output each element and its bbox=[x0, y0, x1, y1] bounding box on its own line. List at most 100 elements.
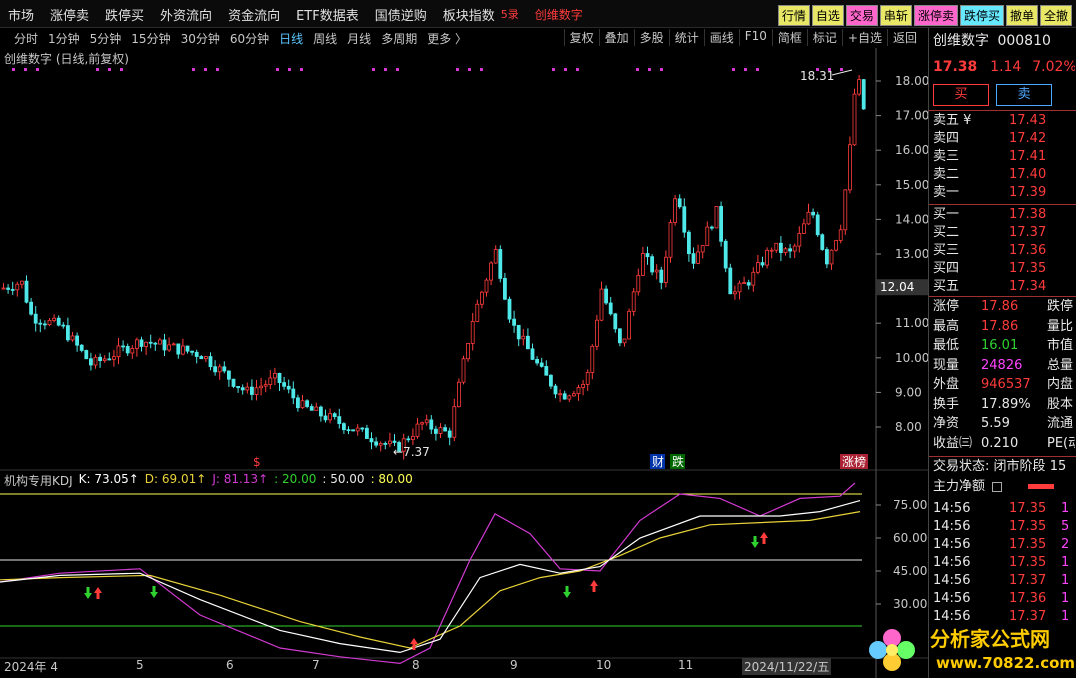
signal-dot bbox=[744, 68, 747, 71]
tab-5min[interactable]: 5分钟 bbox=[90, 30, 122, 47]
candle-body bbox=[447, 430, 452, 438]
level-price: 17.34 bbox=[1009, 279, 1047, 294]
tool-overlay[interactable]: 叠加 bbox=[598, 29, 634, 46]
tool-multi-stock[interactable]: 多股 bbox=[633, 29, 669, 46]
tab-60min[interactable]: 60分钟 bbox=[230, 30, 269, 47]
btn-limit-down-buy[interactable]: 跌停买 bbox=[959, 5, 1004, 26]
tab-monthly[interactable]: 月线 bbox=[347, 30, 371, 47]
btn-cancel-all[interactable]: 全撤 bbox=[1039, 5, 1072, 26]
buy-level[interactable]: 买四 17.35 bbox=[933, 260, 1075, 278]
tick-row[interactable]: 14:56 17.36 1 bbox=[933, 590, 1075, 608]
tool-simple[interactable]: 简框 bbox=[771, 29, 807, 46]
buy-level[interactable]: 买二 17.37 bbox=[933, 224, 1075, 242]
sell-level[interactable]: 卖三 17.41 bbox=[933, 148, 1075, 166]
stat-value: 16.01 bbox=[981, 338, 1019, 353]
menu-market[interactable]: 市场 bbox=[8, 5, 34, 24]
btn-limit-up-sell[interactable]: 涨停卖 bbox=[913, 5, 958, 26]
trade-status: 闭市阶段 bbox=[993, 459, 1046, 474]
tick-row[interactable]: 14:56 17.35 2 bbox=[933, 536, 1075, 554]
candle-body bbox=[774, 242, 779, 251]
btn-watchlist[interactable]: 自选 bbox=[811, 5, 844, 26]
stat-label-2: PE(动) bbox=[1047, 435, 1075, 451]
candle-body bbox=[157, 339, 162, 345]
menu-etf-table[interactable]: ETF数据表 bbox=[296, 5, 359, 24]
menu-sector-index[interactable]: 板块指数 bbox=[443, 5, 495, 24]
candle-body bbox=[595, 319, 599, 347]
candle-body bbox=[751, 271, 756, 286]
menu-extra[interactable]: 5录 bbox=[501, 6, 519, 22]
menu-fund-flow[interactable]: 资金流向 bbox=[228, 5, 280, 24]
sell-button[interactable]: 卖 bbox=[996, 84, 1053, 106]
stat-value: 24826 bbox=[981, 357, 1023, 373]
candle-body bbox=[861, 79, 866, 110]
candle-body bbox=[323, 415, 328, 421]
stat-row[interactable]: 收益㈢ 0.210 PE(动) bbox=[933, 435, 1075, 453]
tick-row[interactable]: 14:56 17.35 1 bbox=[933, 554, 1075, 572]
tab-15min[interactable]: 15分钟 bbox=[131, 30, 170, 47]
candle-body bbox=[848, 144, 852, 191]
stat-row[interactable]: 最低 16.01 市值 bbox=[933, 337, 1075, 355]
tool-mark[interactable]: 标记 bbox=[806, 29, 842, 46]
sell-level[interactable]: 卖二 17.40 bbox=[933, 166, 1075, 184]
buy-level[interactable]: 买三 17.36 bbox=[933, 242, 1075, 260]
level-price: 17.39 bbox=[1009, 185, 1047, 200]
tick-price: 17.36 bbox=[1009, 591, 1047, 606]
menu-bond-repo[interactable]: 国债逆购 bbox=[375, 5, 427, 24]
tab-30min[interactable]: 30分钟 bbox=[181, 30, 220, 47]
tab-1min[interactable]: 1分钟 bbox=[48, 30, 80, 47]
tool-back[interactable]: 返回 bbox=[886, 29, 922, 46]
stat-label: 净资 bbox=[933, 416, 960, 431]
candle-body bbox=[714, 206, 719, 229]
tool-add-watch[interactable]: +自选 bbox=[841, 29, 887, 46]
menu-foreign-flow[interactable]: 外资流向 bbox=[160, 5, 212, 24]
tab-timeshare[interactable]: 分时 bbox=[14, 30, 38, 47]
btn-quote[interactable]: 行情 bbox=[777, 5, 810, 26]
candle-body bbox=[314, 406, 319, 411]
signal-dot bbox=[840, 68, 843, 71]
stat-row[interactable]: 现量 24826 总量 bbox=[933, 357, 1075, 375]
kline-chart[interactable]: 18.0017.0016.0015.0014.0013.0012.0011.00… bbox=[0, 48, 928, 678]
stat-row[interactable]: 净资 5.59 流通 bbox=[933, 415, 1075, 433]
tick-row[interactable]: 14:56 17.35 1 bbox=[933, 500, 1075, 518]
stat-row[interactable]: 换手 17.89% 股本 bbox=[933, 396, 1075, 414]
xaxis-label: 2024年 4 bbox=[4, 660, 58, 674]
btn-trade[interactable]: 交易 bbox=[845, 5, 878, 26]
candle-body bbox=[415, 423, 420, 437]
tick-row[interactable]: 14:56 17.37 1 bbox=[933, 572, 1075, 590]
menu-limit-up-sell[interactable]: 涨停卖 bbox=[50, 5, 89, 24]
buy-level[interactable]: 买一 17.38 bbox=[933, 206, 1075, 224]
tab-more[interactable]: 更多 〉 bbox=[427, 30, 467, 47]
tool-stats[interactable]: 统计 bbox=[668, 29, 704, 46]
candle-body bbox=[710, 226, 714, 229]
tab-multi-period[interactable]: 多周期 bbox=[381, 30, 417, 47]
candle-body bbox=[585, 372, 590, 385]
candle-body bbox=[562, 393, 567, 400]
tool-f10[interactable]: F10 bbox=[738, 29, 772, 46]
stat-row[interactable]: 外盘 946537 内盘 bbox=[933, 376, 1075, 394]
stat-row[interactable]: 最高 17.86 量比 bbox=[933, 318, 1075, 336]
sell-level[interactable]: 卖四 17.42 bbox=[933, 130, 1075, 148]
tab-daily[interactable]: 日线 bbox=[279, 30, 303, 47]
buy-level[interactable]: 买五 17.34 bbox=[933, 278, 1075, 296]
level-label: 买五 bbox=[933, 279, 960, 294]
tab-weekly[interactable]: 周线 bbox=[313, 30, 337, 47]
tool-adjust[interactable]: 复权 bbox=[563, 29, 599, 46]
tick-row[interactable]: 14:56 17.35 5 bbox=[933, 518, 1075, 536]
candle-body bbox=[825, 249, 829, 265]
tool-draw[interactable]: 画线 bbox=[703, 29, 739, 46]
candle-body bbox=[410, 435, 415, 440]
btn-chuanzhan[interactable]: 串斩 bbox=[879, 5, 912, 26]
candle-body bbox=[526, 335, 530, 350]
stat-row[interactable]: 涨停 17.86 跌停 bbox=[933, 298, 1075, 316]
kdj-tick-label: 75.00 bbox=[893, 498, 927, 512]
stat-label-2: 量比 bbox=[1047, 318, 1074, 334]
xaxis-label: 9 bbox=[510, 658, 518, 672]
menu-limit-down-buy[interactable]: 跌停买 bbox=[105, 5, 144, 24]
sell-level[interactable]: 卖一 17.39 bbox=[933, 184, 1075, 202]
btn-cancel-order[interactable]: 撤单 bbox=[1005, 5, 1038, 26]
menu-icon[interactable] bbox=[992, 481, 1003, 492]
candle-body bbox=[15, 283, 20, 291]
sell-level[interactable]: 卖五 ¥ 17.43 bbox=[933, 112, 1075, 130]
candle-body bbox=[700, 245, 705, 253]
buy-button[interactable]: 买 bbox=[933, 84, 989, 106]
